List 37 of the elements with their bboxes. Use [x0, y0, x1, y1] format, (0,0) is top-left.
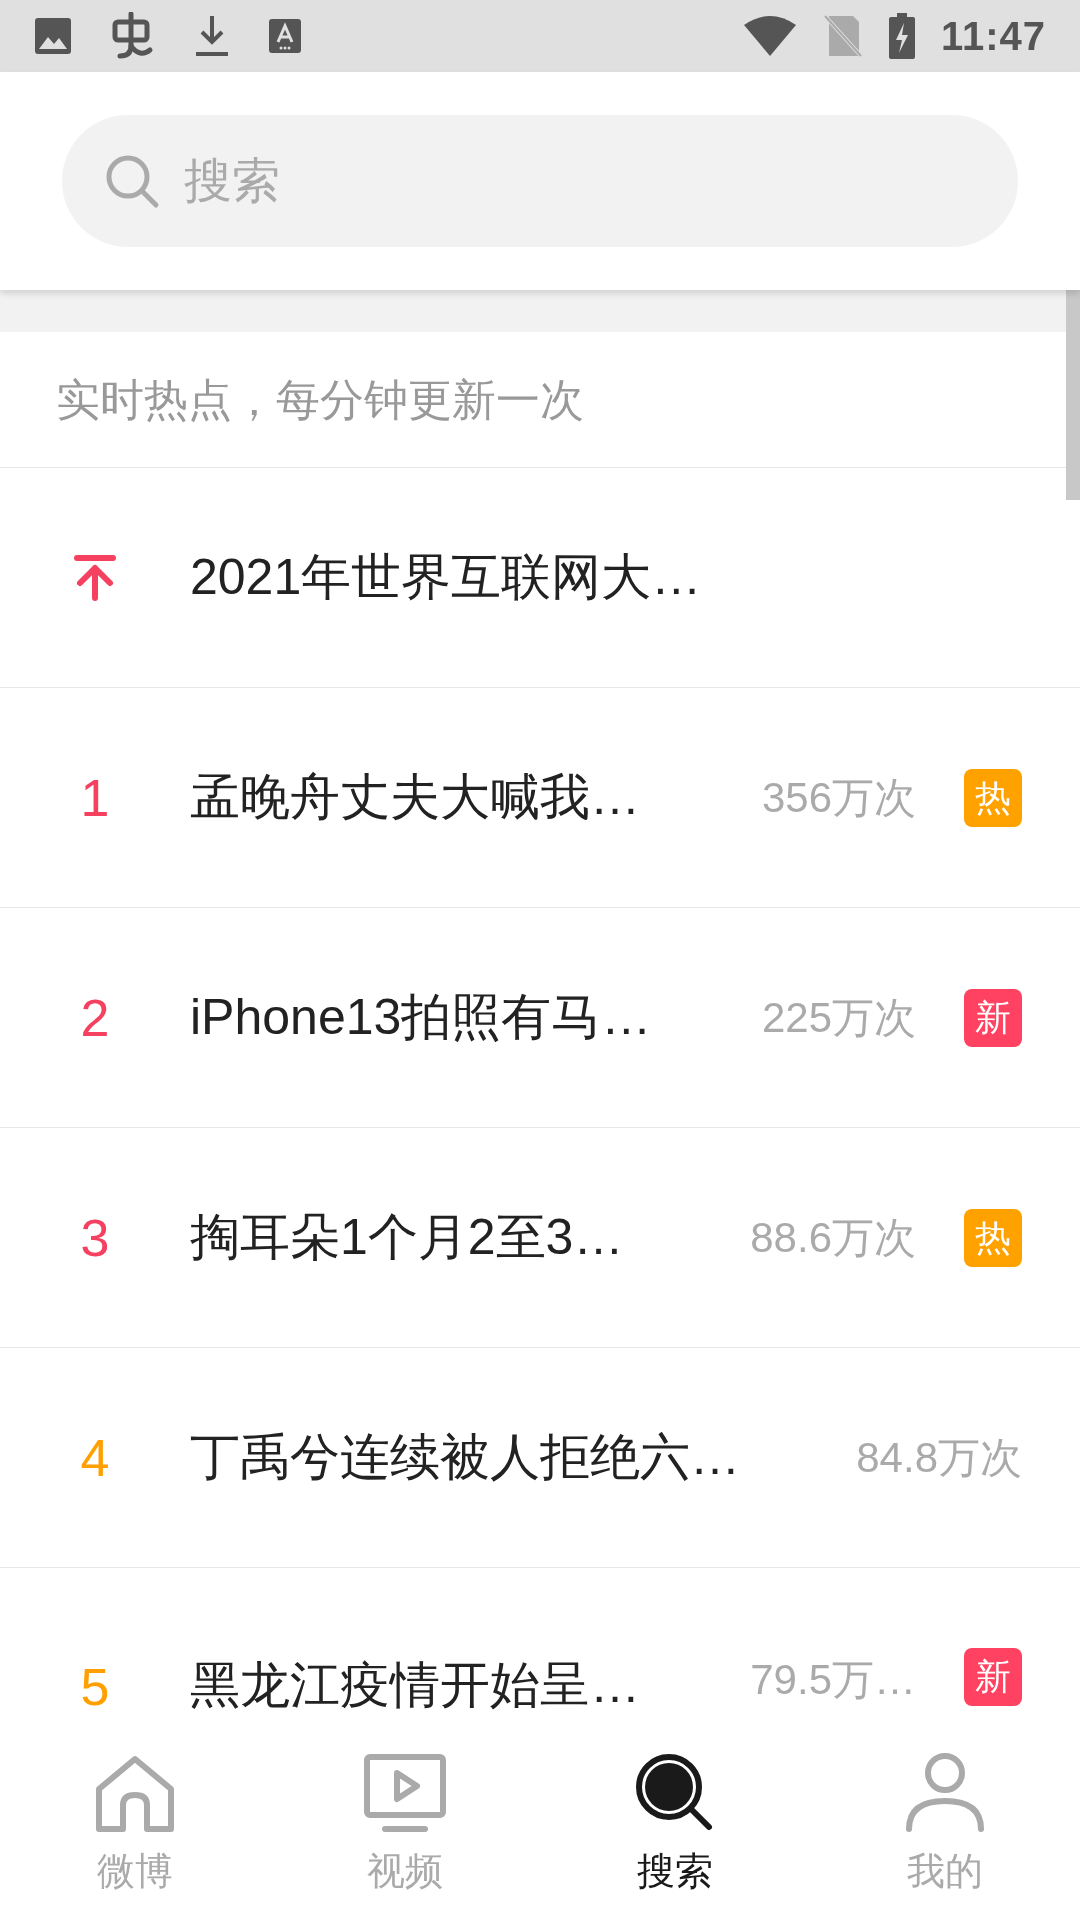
view-count: 84.8万次 [856, 1433, 1022, 1483]
trend-title: iPhone13拍照有马… [190, 988, 653, 1047]
no-sim-icon [822, 14, 863, 58]
trend-tag: 热 [964, 1208, 1022, 1267]
battery-charging-icon [888, 13, 915, 59]
rank-number: 2 [80, 987, 110, 1049]
trend-title: 丁禹兮连续被人拒绝六… [190, 1428, 741, 1487]
nav-tab[interactable]: 搜索 [540, 1730, 810, 1920]
person-icon [903, 1750, 987, 1835]
rank-number: 3 [80, 1207, 110, 1269]
caption-text: 实时热点，每分钟更新一次 [56, 373, 584, 426]
trend-tag: 新 [964, 988, 1022, 1047]
view-count: 88.6万次 [750, 1213, 916, 1263]
trend-row[interactable]: 4 丁禹兮连续被人拒绝六… 84.8万次 [0, 1348, 1080, 1568]
rank-number: 5 [80, 1657, 110, 1718]
trend-title: 2021年世界互联网大… [190, 548, 703, 607]
trend-tag: 新 [964, 1648, 1022, 1706]
image-icon [34, 17, 72, 55]
search-icon [104, 153, 160, 209]
trend-row[interactable]: 5 黑龙江疫情开始呈… 79.5万… 新 [0, 1568, 1080, 1730]
view-count: 356万次 [761, 773, 916, 823]
keyboard-icon [268, 18, 302, 54]
trend-title: 黑龙江疫情开始呈… [190, 1656, 641, 1715]
download-icon [194, 14, 230, 58]
rank-number: 1 [80, 767, 110, 829]
rank-number: 4 [80, 1427, 110, 1489]
view-count: 79.5万… [750, 1655, 916, 1705]
trend-title: 掏耳朵1个月2至3… [190, 1208, 625, 1267]
status-time: 11:47 [940, 13, 1046, 60]
search-field[interactable]: 搜索 [62, 115, 1018, 247]
trend-row[interactable]: 3 掏耳朵1个月2至3… 88.6万次 热 [0, 1128, 1080, 1348]
view-count: 225万次 [761, 993, 916, 1043]
trend-row[interactable]: 1 孟晚舟丈夫大喊我… 356万次 热 [0, 688, 1080, 908]
wifi-icon [742, 15, 797, 57]
trend-tag: 热 [964, 768, 1022, 827]
trend-row[interactable]: 2 iPhone13拍照有马… 225万次 新 [0, 908, 1080, 1128]
trend-title: 孟晚舟丈夫大喊我… [190, 768, 641, 827]
